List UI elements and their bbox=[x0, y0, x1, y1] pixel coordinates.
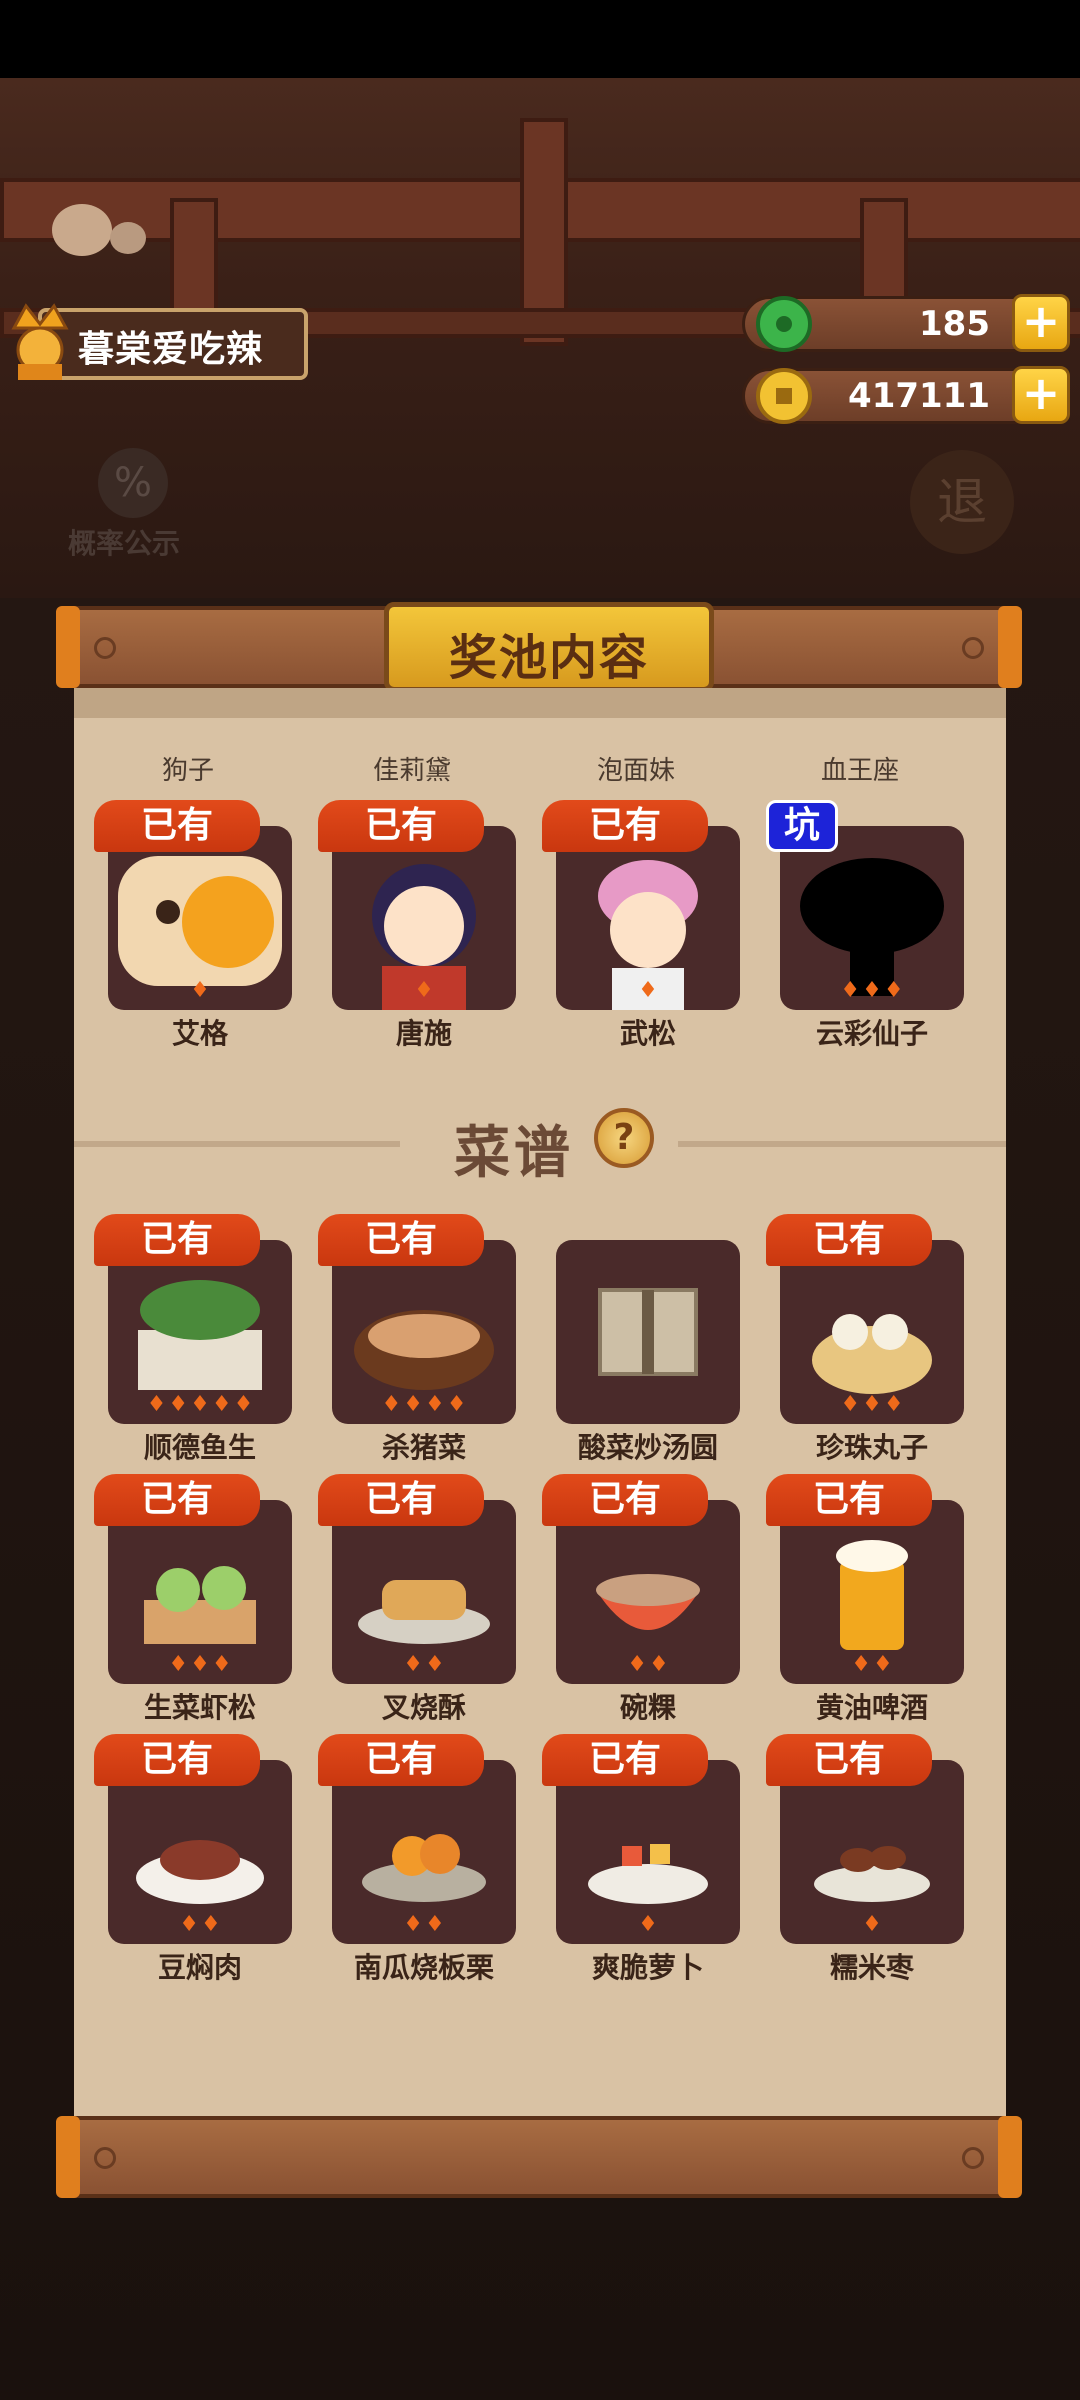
owned-badge: 已有 bbox=[766, 1214, 932, 1266]
recipe-name: 南瓜烧板栗 bbox=[353, 1951, 494, 1984]
character-name: 武松 bbox=[619, 1017, 676, 1050]
owned-badge: 已有 bbox=[318, 1214, 484, 1266]
player-name: 暮棠爱吃辣 bbox=[78, 329, 264, 370]
add-jade-button[interactable]: + bbox=[1012, 294, 1070, 352]
rarity-flames: ♦ bbox=[862, 1912, 882, 1937]
help-icon[interactable]: ? bbox=[594, 1108, 654, 1168]
prize-pool-panel[interactable]: 狗子 佳莉黛 泡面妹 血王座 已有 ♦ 艾格 已有 ♦ 唐施 已有 ♦ 武松 坑… bbox=[74, 688, 1006, 2116]
rarity-flames: ♦♦ bbox=[851, 1652, 893, 1677]
recipes-title: 菜谱 bbox=[454, 1121, 574, 1186]
character-top-label: 狗子 bbox=[161, 756, 214, 786]
owned-badge: 已有 bbox=[94, 1214, 260, 1266]
recipe-name: 珍珠丸子 bbox=[815, 1431, 928, 1464]
owned-badge: 已有 bbox=[94, 1474, 260, 1526]
owned-badge: 已有 bbox=[94, 800, 260, 852]
owned-badge: 已有 bbox=[542, 1734, 708, 1786]
coin-amount: 417111 bbox=[848, 376, 990, 416]
locked-recipe-scroll bbox=[556, 1240, 740, 1424]
rarity-flames: ♦♦ bbox=[627, 1652, 669, 1677]
recipe-name: 叉烧酥 bbox=[381, 1691, 466, 1724]
recipe-name: 豆焖肉 bbox=[157, 1951, 242, 1984]
rarity-flames: ♦♦ bbox=[179, 1912, 221, 1937]
rarity-flames: ♦♦ bbox=[403, 1912, 445, 1937]
recipe-name: 黄油啤酒 bbox=[815, 1691, 928, 1724]
rarity-flames: ♦♦♦ bbox=[168, 1652, 232, 1677]
character-top-label: 佳莉黛 bbox=[372, 756, 451, 786]
owned-badge: 已有 bbox=[318, 800, 484, 852]
rarity-flames: ♦ bbox=[190, 978, 210, 1003]
owned-badge: 已有 bbox=[318, 1474, 484, 1526]
chick-decoration bbox=[52, 204, 146, 256]
recipe-name: 杀猪菜 bbox=[381, 1431, 466, 1464]
rarity-flames: ♦♦♦♦♦ bbox=[146, 1392, 254, 1417]
rarity-flames: ♦♦♦♦ bbox=[381, 1392, 467, 1417]
divider bbox=[678, 1141, 1006, 1147]
add-coins-button[interactable]: + bbox=[1012, 366, 1070, 424]
rarity-flames: ♦♦♦ bbox=[840, 1392, 904, 1417]
rarity-flames: ♦ bbox=[638, 1912, 658, 1937]
percent-icon: % bbox=[98, 448, 168, 518]
status-bar bbox=[0, 0, 1080, 78]
character-name: 艾格 bbox=[171, 1017, 228, 1050]
character-name: 云彩仙子 bbox=[815, 1017, 928, 1050]
rarity-flames: ♦♦♦ bbox=[840, 978, 904, 1003]
scroll-footer bbox=[56, 2116, 1022, 2198]
rarity-flames: ♦♦ bbox=[403, 1652, 445, 1677]
recipe-name: 酸菜炒汤圆 bbox=[577, 1431, 718, 1464]
crown-avatar-icon bbox=[11, 303, 69, 380]
rarity-flames: ♦ bbox=[414, 978, 434, 1003]
owned-badge: 已有 bbox=[94, 1734, 260, 1786]
owned-badge: 已有 bbox=[766, 1474, 932, 1526]
recipe-name: 顺德鱼生 bbox=[143, 1431, 256, 1464]
owned-badge: 已有 bbox=[766, 1734, 932, 1786]
recipe-name: 糯米枣 bbox=[829, 1951, 914, 1984]
character-top-label: 血王座 bbox=[820, 756, 899, 786]
owned-badge: 已有 bbox=[318, 1734, 484, 1786]
rarity-flames: ♦ bbox=[638, 978, 658, 1003]
recipe-name: 爽脆萝卜 bbox=[591, 1951, 704, 1984]
character-name: 唐施 bbox=[395, 1017, 452, 1050]
modal-title: 奖池内容 bbox=[448, 630, 649, 686]
recipe-name: 碗粿 bbox=[619, 1691, 676, 1724]
jade-amount: 185 bbox=[919, 304, 990, 344]
probability-label: 概率公示 bbox=[68, 527, 181, 560]
divider bbox=[74, 1141, 400, 1147]
owned-badge: 已有 bbox=[542, 1474, 708, 1526]
pit-badge: 坑 bbox=[766, 800, 838, 852]
character-top-label: 泡面妹 bbox=[596, 756, 675, 786]
exit-button: 退 bbox=[910, 450, 1014, 554]
owned-badge: 已有 bbox=[542, 800, 708, 852]
recipe-name: 生菜虾松 bbox=[143, 1691, 256, 1724]
